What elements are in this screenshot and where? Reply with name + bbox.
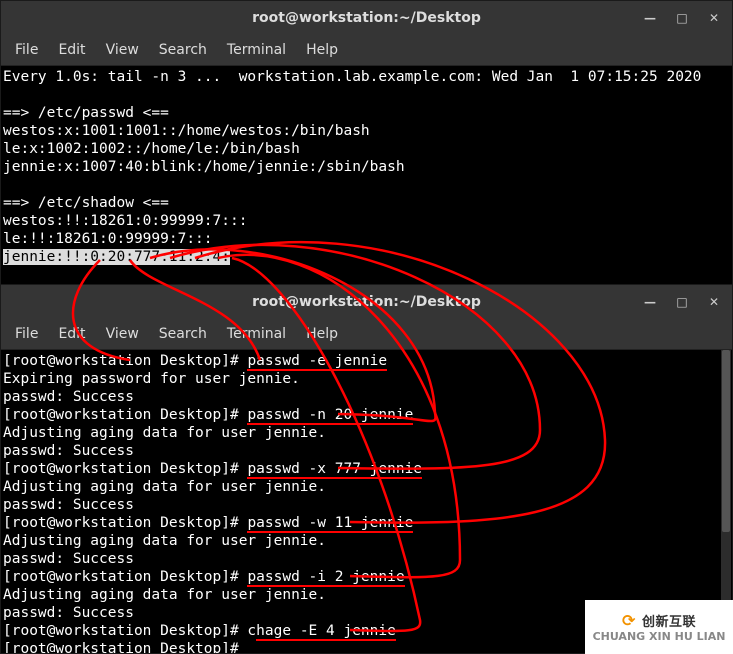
maximize-icon[interactable]: □ (670, 290, 694, 314)
window-title-2: root@workstation:~/Desktop (252, 294, 481, 310)
terminal-window-2: root@workstation:~/Desktop — □ ✕ File Ed… (0, 284, 733, 654)
minimize-icon[interactable]: — (638, 290, 662, 314)
scrollbar-thumb[interactable] (722, 350, 730, 532)
window-controls-2: — □ ✕ (638, 290, 726, 314)
menu-view[interactable]: View (98, 323, 147, 345)
window-title-1: root@workstation:~/Desktop (252, 10, 481, 26)
watermark-text: 创新互联 (642, 615, 696, 630)
menubar-1: File Edit View Search Terminal Help (1, 35, 732, 66)
menu-edit[interactable]: Edit (50, 323, 93, 345)
terminal-window-1: root@workstation:~/Desktop — □ ✕ File Ed… (0, 0, 733, 286)
menubar-2: File Edit View Search Terminal Help (1, 319, 732, 350)
menu-help[interactable]: Help (298, 39, 346, 61)
terminal-output-1[interactable]: Every 1.0s: tail -n 3 ... workstation.la… (1, 66, 732, 285)
menu-search[interactable]: Search (151, 323, 215, 345)
menu-terminal[interactable]: Terminal (219, 323, 294, 345)
watermark-logo: ⟳ 创新互联 CHUANG XIN HU LIAN (585, 600, 733, 654)
menu-edit[interactable]: Edit (50, 39, 93, 61)
close-icon[interactable]: ✕ (702, 6, 726, 30)
minimize-icon[interactable]: — (638, 6, 662, 30)
menu-file[interactable]: File (7, 39, 46, 61)
menu-terminal[interactable]: Terminal (219, 39, 294, 61)
window-controls-1: — □ ✕ (638, 6, 726, 30)
titlebar-1[interactable]: root@workstation:~/Desktop — □ ✕ (1, 1, 732, 35)
menu-help[interactable]: Help (298, 323, 346, 345)
titlebar-2[interactable]: root@workstation:~/Desktop — □ ✕ (1, 285, 732, 319)
menu-view[interactable]: View (98, 39, 147, 61)
close-icon[interactable]: ✕ (702, 290, 726, 314)
menu-file[interactable]: File (7, 323, 46, 345)
watermark-sub: CHUANG XIN HU LIAN (593, 630, 726, 643)
menu-search[interactable]: Search (151, 39, 215, 61)
maximize-icon[interactable]: □ (670, 6, 694, 30)
